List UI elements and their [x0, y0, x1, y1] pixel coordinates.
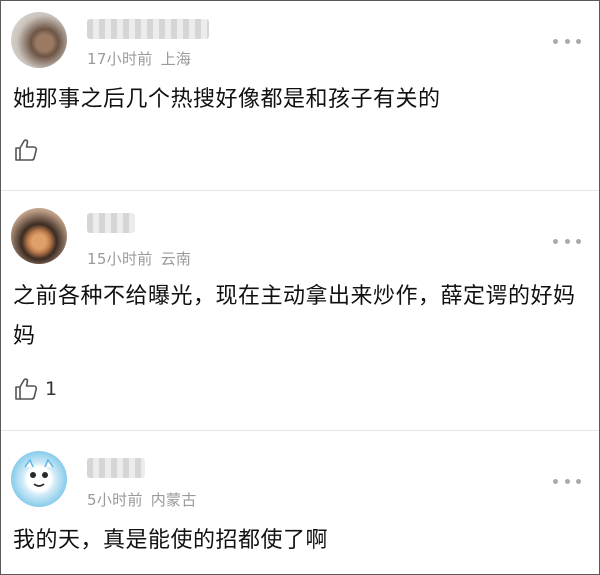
comment-text: 她那事之后几个热搜好像都是和孩子有关的 [13, 87, 441, 112]
username-redacted[interactable] [87, 458, 145, 478]
more-dot [553, 478, 558, 484]
cat-avatar-icon [24, 458, 54, 487]
avatar[interactable] [11, 208, 67, 264]
like-button[interactable]: 1 [13, 375, 57, 403]
avatar[interactable] [11, 12, 67, 68]
comment-location: 内蒙古 [150, 491, 197, 509]
more-options-button[interactable] [553, 477, 581, 485]
more-dot [576, 478, 581, 484]
thumbs-up-icon [15, 378, 38, 400]
comment-item: 15小时前 云南 之前各种不给曝光，现在主动拿出来炒作，薛定谔的好妈妈 1 [1, 191, 599, 431]
more-dot [553, 238, 558, 244]
comment-list: 17小时前 上海 她那事之后几个热搜好像都是和孩子有关的 15小时前 云南 之前各种 [0, 0, 600, 575]
comment-meta: 15小时前 云南 [87, 248, 191, 269]
more-dot [564, 38, 570, 44]
avatar[interactable] [11, 451, 67, 507]
more-dot [553, 38, 558, 44]
like-count: 1 [45, 378, 58, 400]
more-dot [576, 238, 581, 244]
more-options-button[interactable] [553, 37, 581, 45]
thumbs-up-icon [15, 139, 38, 161]
more-dot [576, 38, 581, 44]
comment-location: 上海 [160, 50, 192, 68]
more-options-button[interactable] [553, 237, 581, 245]
comment-meta: 17小时前 上海 [87, 48, 191, 69]
more-dot [564, 238, 570, 244]
username-redacted[interactable] [87, 19, 209, 39]
comment-text: 之前各种不给曝光，现在主动拿出来炒作，薛定谔的好妈妈 [13, 284, 576, 349]
like-button[interactable] [13, 136, 45, 164]
more-dot [564, 478, 570, 484]
comment-item: 5小时前 内蒙古 我的天，真是能使的招都使了啊 [1, 431, 599, 574]
comment-location: 云南 [160, 250, 192, 268]
comment-time: 15小时前 [87, 250, 153, 268]
comment-time: 17小时前 [87, 50, 153, 68]
comment-item: 17小时前 上海 她那事之后几个热搜好像都是和孩子有关的 [1, 1, 599, 191]
username-redacted[interactable] [87, 213, 135, 233]
comment-meta: 5小时前 内蒙古 [87, 489, 197, 510]
comment-text: 我的天，真是能使的招都使了啊 [13, 528, 329, 553]
comment-time: 5小时前 [87, 491, 143, 509]
